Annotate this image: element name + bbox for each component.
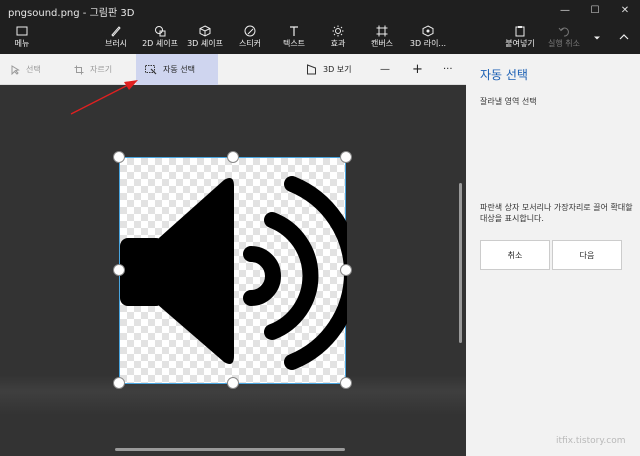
tool-3d-library-label: 3D 라이... [409,39,447,48]
menu-button[interactable]: 메뉴 [6,21,38,54]
tool-canvas-button[interactable]: 캔버스 [366,21,398,54]
tool-effects-button[interactable]: 효과 [324,21,352,54]
brush-icon [111,26,121,37]
cube-icon [199,25,211,37]
panel-title: 자동 선택 [480,68,528,82]
title-bar: pngsound.png - 그림판 3D — ☐ ✕ [0,0,640,21]
text-icon [290,26,298,36]
resize-handle-left[interactable] [113,264,125,276]
resize-handle-right[interactable] [340,264,352,276]
shapes-2d-icon [155,26,166,37]
paste-label: 붙여넣기 [505,39,535,48]
watermark: itfix.tistory.com [556,436,626,446]
tool-brush-label: 브러시 [104,39,128,48]
tool-2d-shapes-button[interactable]: 2D 셰이프 [140,21,180,54]
resize-handle-bottom-left[interactable] [113,377,125,389]
auto-select-tool-label: 자동 선택 [163,65,195,74]
more-options-button[interactable]: ··· [443,54,453,85]
resize-handle-top-right[interactable] [340,151,352,163]
ribbon-toolbar: 메뉴 브러시 2D 셰이프 3D 셰이프 스티커 텍스트 효과 캔버스 3D 라… [0,21,640,54]
paste-button[interactable]: 붙여넣기 [502,21,538,54]
close-button[interactable]: ✕ [610,0,640,21]
undo-button[interactable]: 실행 취소 [546,21,582,54]
annotation-arrow [70,80,138,115]
folder-icon [16,26,28,36]
tool-brush-button[interactable]: 브러시 [98,21,134,54]
window-title: pngsound.png - 그림판 3D [8,8,135,19]
cancel-button[interactable]: 취소 [480,240,550,270]
canvas-area[interactable] [0,85,466,456]
cursor-icon [11,64,20,75]
menu-label: 메뉴 [14,39,30,48]
zoom-in-button[interactable]: + [412,54,423,85]
maximize-button[interactable]: ☐ [580,0,610,21]
tool-effects-label: 효과 [330,39,346,48]
tool-3d-shapes-button[interactable]: 3D 셰이프 [184,21,226,54]
next-button[interactable]: 다음 [552,240,622,270]
view-3d-icon [307,64,316,75]
select-tool-button[interactable]: 선택 [10,54,41,85]
chevron-up-icon [619,34,629,40]
canvas-icon [376,25,388,37]
sun-icon [332,25,344,37]
tool-text-label: 텍스트 [282,39,306,48]
resize-handle-bottom-right[interactable] [340,377,352,389]
view-3d-button[interactable]: 3D 보기 [306,54,352,85]
undo-icon [558,27,569,37]
panel-description: 파란색 상자 모서리나 가장자리로 끌어 확대할 대상을 표시합니다. [480,203,633,223]
collapse-ribbon-button[interactable] [614,21,634,54]
select-tool-label: 선택 [26,65,41,74]
minimize-button[interactable]: — [550,0,580,21]
tool-text-button[interactable]: 텍스트 [278,21,310,54]
library-icon [422,25,434,37]
tool-3d-library-button[interactable]: 3D 라이... [408,21,448,54]
resize-handle-top[interactable] [227,151,239,163]
tool-3d-shapes-label: 3D 셰이프 [187,39,223,48]
tool-sticker-label: 스티커 [238,39,262,48]
resize-handle-top-left[interactable] [113,151,125,163]
vertical-scrollbar[interactable] [459,183,462,343]
horizontal-scrollbar[interactable] [115,448,345,451]
auto-select-panel: 자동 선택 잘라낼 영역 선택 파란색 상자 모서리나 가장자리로 끌어 확대할… [466,54,640,456]
tool-2d-shapes-label: 2D 셰이프 [142,39,178,48]
tool-sticker-button[interactable]: 스티커 [234,21,266,54]
view-3d-label: 3D 보기 [323,65,352,74]
speaker-icon [120,176,347,370]
clipboard-icon [515,26,525,37]
undo-label: 실행 취소 [548,39,580,48]
sticker-icon [244,25,256,37]
tool-canvas-label: 캔버스 [370,39,394,48]
chevron-down-icon [594,36,600,40]
history-dropdown-button[interactable] [590,21,604,54]
zoom-out-button[interactable]: — [380,54,390,85]
resize-handle-bottom[interactable] [227,377,239,389]
auto-select-box[interactable] [119,157,347,384]
panel-subtitle: 잘라낼 영역 선택 [480,97,537,106]
